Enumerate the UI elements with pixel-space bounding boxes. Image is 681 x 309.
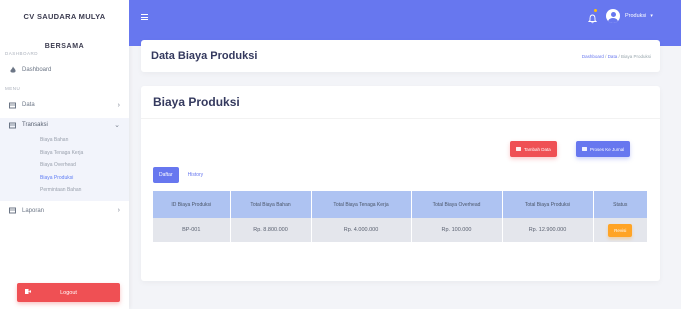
table-icon <box>9 102 16 109</box>
breadcrumb-item-data[interactable]: Data <box>608 54 618 59</box>
sidebar-item-transaksi[interactable]: Transaksi ⌄ <box>0 118 129 132</box>
brand-subtitle: BERSAMA <box>44 43 85 50</box>
table-header-row: ID Biaya Produksi Total Biaya Bahan Tota… <box>153 191 647 218</box>
column-header: Total Biaya Tenaga Kerja <box>310 191 411 218</box>
sidebar-subitem-biaya-bahan[interactable]: Biaya Bahan <box>0 134 129 147</box>
biaya-produksi-table: ID Biaya Produksi Total Biaya Bahan Tota… <box>153 191 647 242</box>
sidebar: CV SAUDARA MULYA BERSAMA DASHBOARD Dashb… <box>0 0 129 309</box>
breadcrumb-item-current: Biaya Produksi <box>620 54 651 59</box>
sidebar-subitem-permintaan-bahan[interactable]: Permintaan Bahan <box>0 184 129 197</box>
brand-name: CV SAUDARA MULYA <box>23 12 106 21</box>
cell-id: BP-001 <box>153 218 230 242</box>
column-header: Total Biaya Overhead <box>410 191 502 218</box>
sidebar-item-dashboard[interactable]: Dashboard <box>0 63 129 77</box>
breadcrumb-item-dashboard[interactable]: Dashboard <box>582 54 604 59</box>
breadcrumb: Dashboard / Data / Biaya Produksi <box>582 54 651 59</box>
column-header: ID Biaya Produksi <box>153 191 230 218</box>
sidebar-item-label: Laporan <box>22 207 45 214</box>
bell-icon[interactable] <box>587 11 598 24</box>
section-label-menu: MENU <box>5 86 21 91</box>
sidebar-item-laporan[interactable]: Laporan › <box>0 204 129 218</box>
chevron-right-icon: › <box>117 207 120 214</box>
logout-label: Logout <box>60 289 77 296</box>
table-icon <box>9 122 16 129</box>
section-label-dashboard: DASHBOARD <box>5 51 39 56</box>
status-badge[interactable]: Revisi <box>608 223 633 237</box>
table-row: BP-001 Rp. 8.800.000 Rp. 4.000.000 Rp. 1… <box>153 218 647 242</box>
user-name: Produksi <box>625 13 647 19</box>
table-icon <box>9 207 16 214</box>
chevron-down-icon: ⌄ <box>114 122 120 129</box>
add-data-button[interactable]: Tambah Data <box>510 141 557 157</box>
tab-history[interactable]: History <box>182 167 210 183</box>
journal-icon <box>582 147 587 151</box>
sidebar-item-label: Dashboard <box>22 67 52 73</box>
menu-toggle-icon[interactable] <box>141 14 148 20</box>
notification-dot <box>594 9 597 12</box>
process-journal-button[interactable]: Proses Ke Jurnal <box>576 141 631 157</box>
sidebar-item-label: Transaksi <box>22 122 48 128</box>
logout-button[interactable]: Logout <box>17 283 120 302</box>
fire-icon <box>9 66 16 74</box>
plus-icon <box>516 147 521 151</box>
process-journal-label: Proses Ke Jurnal <box>590 146 625 152</box>
cell-total-biaya-tenaga-kerja: Rp. 4.000.000 <box>310 218 411 242</box>
transaksi-submenu: Biaya Bahan Biaya Tenaga Kerja Biaya Ove… <box>0 132 129 201</box>
cell-total-biaya-bahan: Rp. 8.800.000 <box>229 218 311 242</box>
avatar <box>606 9 620 23</box>
card-title: Biaya Produksi <box>153 95 240 109</box>
chevron-right-icon: › <box>117 101 120 109</box>
cell-status: Revisi <box>592 218 647 242</box>
column-header: Total Biaya Produksi <box>501 191 593 218</box>
section-header: Data Biaya Produksi Dashboard / Data / B… <box>141 40 660 72</box>
user-menu[interactable]: Produksi ▾ <box>606 9 653 23</box>
tab-daftar[interactable]: Daftar <box>153 167 179 183</box>
cell-total-biaya-produksi: Rp. 12.900.000 <box>501 218 593 242</box>
tabs: Daftar History <box>153 167 209 183</box>
sidebar-item-data[interactable]: Data › <box>0 98 129 112</box>
main-card: Biaya Produksi Tambah Data Proses Ke Jur… <box>141 86 660 281</box>
sidebar-item-label: Data <box>22 102 35 108</box>
caret-down-icon: ▾ <box>650 13 653 19</box>
column-header: Status <box>592 191 647 218</box>
page-title: Data Biaya Produksi <box>151 50 258 62</box>
sidebar-subitem-biaya-produksi[interactable]: Biaya Produksi <box>0 172 129 185</box>
cell-total-biaya-overhead: Rp. 100.000 <box>410 218 502 242</box>
column-header: Total Biaya Bahan <box>229 191 311 218</box>
add-data-label: Tambah Data <box>524 146 551 152</box>
sidebar-subitem-biaya-overhead[interactable]: Biaya Overhead <box>0 159 129 172</box>
logout-icon <box>25 289 32 294</box>
sidebar-subitem-biaya-tenaga-kerja[interactable]: Biaya Tenaga Kerja <box>0 147 129 160</box>
divider <box>141 118 660 119</box>
